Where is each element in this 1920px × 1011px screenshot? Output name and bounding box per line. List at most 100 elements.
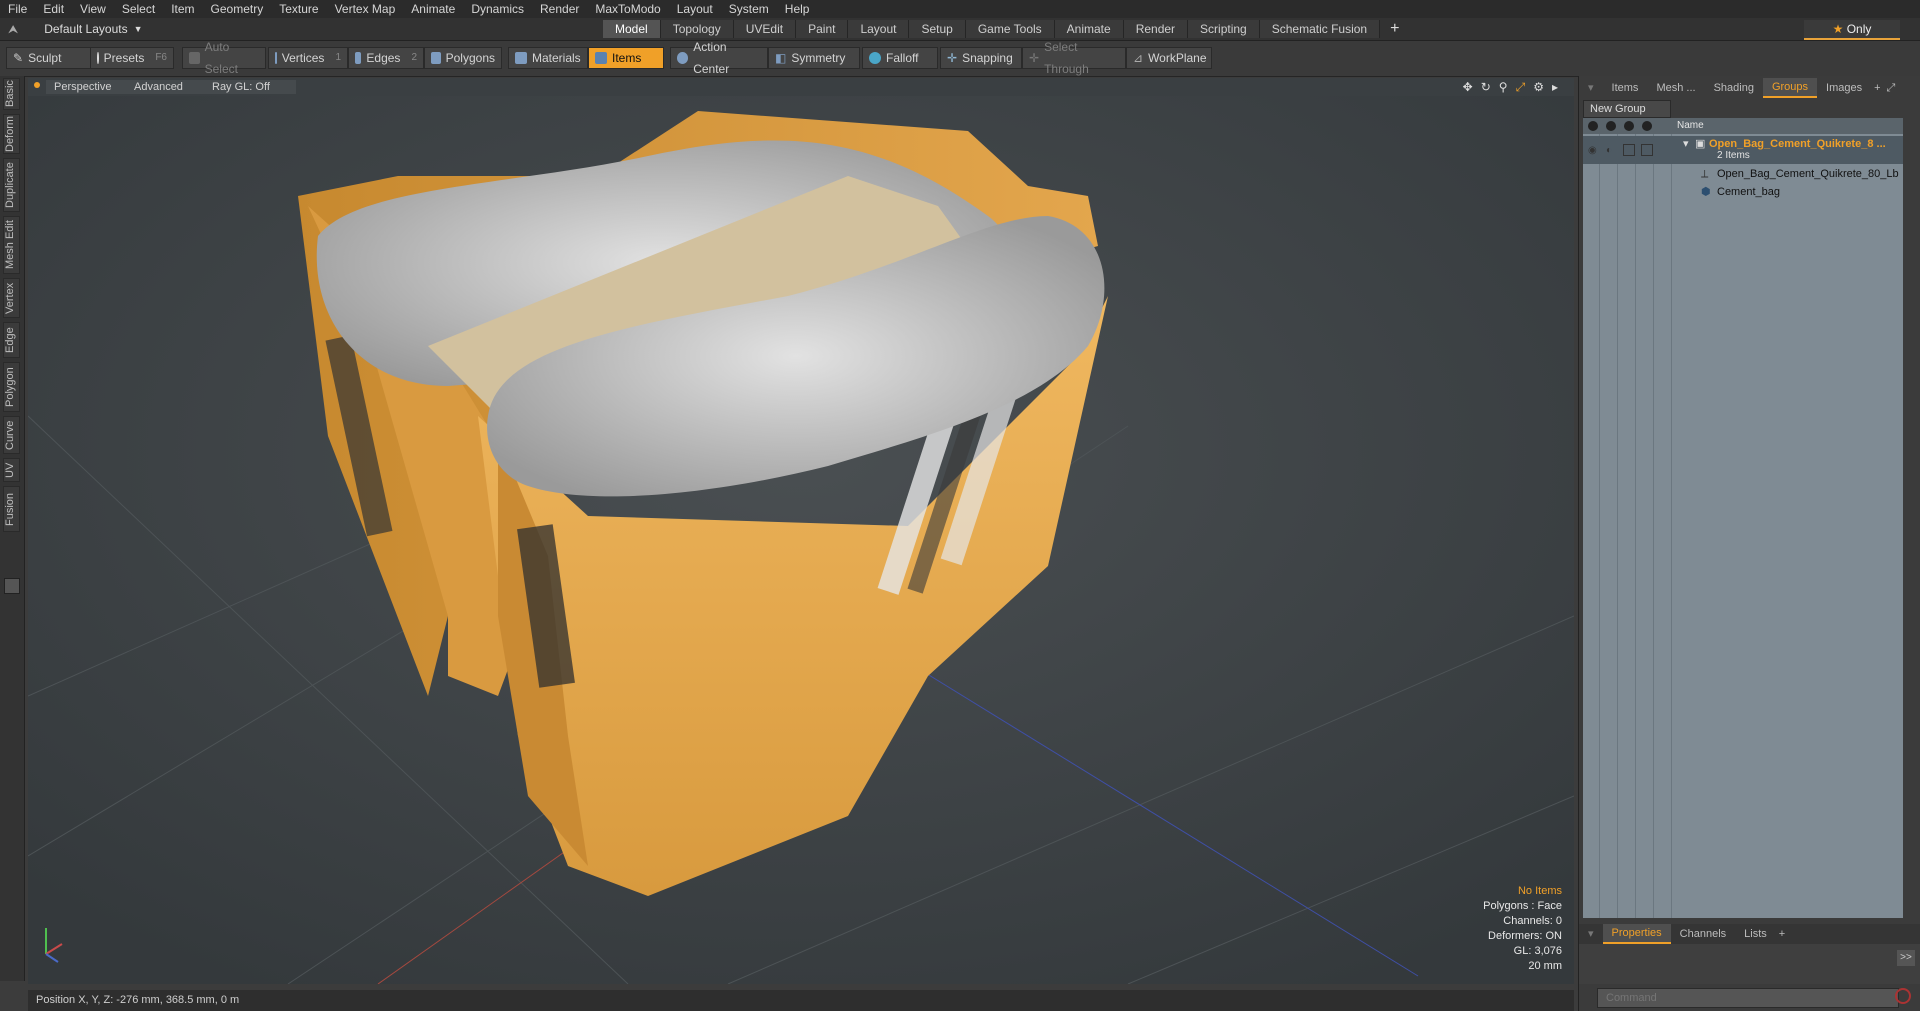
tree-item[interactable]: ⟂ Open_Bag_Cement_Quikrete_80_Lb: [1583, 166, 1903, 182]
mesh-item-icon: ⟂: [1701, 168, 1709, 180]
tab-properties[interactable]: Properties: [1602, 924, 1671, 944]
maximize-icon[interactable]: ⤢: [1516, 80, 1526, 95]
tool-panel-toggle[interactable]: [4, 578, 20, 594]
tree-header: Name: [1583, 118, 1903, 134]
tab-setup[interactable]: Setup: [909, 20, 966, 38]
name-column-header[interactable]: Name: [1677, 120, 1704, 131]
add-properties-tab-icon[interactable]: +: [1776, 925, 1788, 943]
group-collapse-icon[interactable]: ▾: [1683, 136, 1689, 152]
select-through-button[interactable]: ✛ Select Through: [1022, 40, 1126, 76]
settings-icon[interactable]: ⚙: [1533, 80, 1544, 95]
lock-column-icon[interactable]: [1624, 121, 1634, 131]
snapping-icon: ✛: [947, 51, 958, 65]
vtab-vertex[interactable]: Vertex: [3, 278, 20, 318]
menu-edit[interactable]: Edit: [35, 2, 72, 16]
menu-maxtomodo[interactable]: MaxToModo: [587, 2, 668, 16]
view-mode-button[interactable]: Perspective: [46, 80, 126, 94]
tab-layout[interactable]: Layout: [848, 20, 910, 38]
properties-menu-icon[interactable]: ▾: [1579, 925, 1603, 943]
expand-arrow-icon[interactable]: ▸: [1552, 80, 1558, 95]
snapping-button[interactable]: ✛ Snapping: [940, 47, 1022, 69]
menu-file[interactable]: File: [0, 2, 35, 16]
action-center-icon: [677, 52, 689, 64]
menu-layout[interactable]: Layout: [669, 2, 721, 16]
tab-mesh[interactable]: Mesh ...: [1647, 79, 1704, 97]
vtab-uv[interactable]: UV: [3, 458, 20, 482]
only-toggle[interactable]: ★ Only: [1804, 20, 1900, 40]
menu-dynamics[interactable]: Dynamics: [463, 2, 532, 16]
menu-render[interactable]: Render: [532, 2, 587, 16]
tab-schematic-fusion[interactable]: Schematic Fusion: [1259, 20, 1381, 38]
command-record-icon[interactable]: [1895, 988, 1911, 1004]
action-center-button[interactable]: Action Center: [670, 40, 768, 76]
tree-item[interactable]: ⬢ Cement_bag: [1583, 184, 1903, 200]
auto-select-button[interactable]: Auto Select: [182, 40, 266, 76]
menu-texture[interactable]: Texture: [271, 2, 326, 16]
menu-animate[interactable]: Animate: [403, 2, 463, 16]
group-visibility-icon[interactable]: ◉: [1588, 143, 1597, 159]
vtab-edge[interactable]: Edge: [3, 322, 20, 358]
edges-button[interactable]: Edges 2: [348, 47, 424, 69]
add-panel-tab-icon[interactable]: +: [1871, 79, 1883, 97]
render-column-icon[interactable]: [1606, 121, 1616, 131]
tab-lists[interactable]: Lists: [1735, 925, 1776, 943]
command-input[interactable]: [1597, 988, 1899, 1008]
menu-item[interactable]: Item: [163, 2, 202, 16]
vtab-curve[interactable]: Curve: [3, 416, 20, 454]
group-select-checkbox[interactable]: [1641, 144, 1653, 156]
group-row[interactable]: ◉ ◐ ▾ ▣ Open_Bag_Cement_Quikrete_8 ... 2…: [1583, 136, 1903, 164]
menu-help[interactable]: Help: [777, 2, 818, 16]
tab-game-tools[interactable]: Game Tools: [965, 20, 1055, 38]
3d-viewport[interactable]: Perspective Advanced Ray GL: Off ✥ ↻ ⚲ ⤢…: [28, 78, 1574, 984]
right-panel-tabs: ▾ Items Mesh ... Shading Groups Images +…: [1579, 78, 1920, 98]
tab-groups[interactable]: Groups: [1762, 78, 1818, 98]
items-button[interactable]: Items: [588, 47, 664, 69]
materials-button[interactable]: Materials: [508, 47, 588, 69]
group-render-icon[interactable]: ◐: [1606, 143, 1612, 159]
menu-system[interactable]: System: [721, 2, 777, 16]
tree-item-label[interactable]: Open_Bag_Cement_Quikrete_80_Lb: [1717, 166, 1899, 182]
tab-items[interactable]: Items: [1603, 79, 1648, 97]
group-lock-checkbox[interactable]: [1623, 144, 1635, 156]
vertices-shortcut: 1: [335, 52, 341, 63]
symmetry-button[interactable]: ◧ Symmetry: [768, 47, 860, 69]
visibility-column-icon[interactable]: [1588, 121, 1598, 131]
rotate-icon[interactable]: ↻: [1481, 80, 1491, 95]
raygl-button[interactable]: Ray GL: Off: [204, 80, 296, 94]
tab-render[interactable]: Render: [1123, 20, 1189, 38]
zoom-icon[interactable]: ⚲: [1499, 80, 1508, 95]
vertices-button[interactable]: Vertices 1: [268, 47, 348, 69]
tab-paint[interactable]: Paint: [796, 20, 849, 38]
polygons-button[interactable]: Polygons: [424, 47, 502, 69]
tab-channels[interactable]: Channels: [1671, 925, 1735, 943]
menu-vertex-map[interactable]: Vertex Map: [327, 2, 404, 16]
tab-images[interactable]: Images: [1817, 79, 1871, 97]
vtab-duplicate[interactable]: Duplicate: [3, 158, 20, 212]
menu-select[interactable]: Select: [114, 2, 163, 16]
shading-mode-button[interactable]: Advanced: [126, 80, 204, 94]
expand-properties-button[interactable]: >>: [1897, 950, 1915, 966]
menu-view[interactable]: View: [72, 2, 114, 16]
layout-dropdown[interactable]: ⮝ Default Layouts ▼: [8, 21, 143, 37]
add-tab-icon[interactable]: +: [1380, 20, 1409, 38]
vtab-mesh-edit[interactable]: Mesh Edit: [3, 216, 20, 274]
menu-geometry[interactable]: Geometry: [203, 2, 272, 16]
vtab-fusion[interactable]: Fusion: [3, 486, 20, 532]
tab-shading[interactable]: Shading: [1705, 79, 1763, 97]
tab-scripting[interactable]: Scripting: [1188, 20, 1260, 38]
vtab-deform[interactable]: Deform: [3, 114, 20, 154]
panel-menu-icon[interactable]: ▾: [1579, 79, 1603, 97]
falloff-button[interactable]: Falloff: [862, 47, 938, 69]
select-column-icon[interactable]: [1642, 121, 1652, 131]
symmetry-icon: ◧: [775, 51, 787, 65]
sculpt-button[interactable]: ✎ Sculpt: [6, 47, 92, 69]
vtab-basic[interactable]: Basic: [3, 78, 20, 110]
presets-button[interactable]: Presets F6: [90, 47, 174, 69]
pan-icon[interactable]: ✥: [1463, 80, 1473, 95]
maximize-panel-icon[interactable]: ⤢: [1884, 79, 1899, 97]
tree-item-label[interactable]: Cement_bag: [1717, 184, 1780, 200]
vtab-polygon[interactable]: Polygon: [3, 362, 20, 412]
new-group-button[interactable]: New Group: [1583, 100, 1671, 118]
workplane-button[interactable]: ⊿ WorkPlane: [1126, 47, 1212, 69]
tab-model[interactable]: Model: [603, 20, 661, 38]
